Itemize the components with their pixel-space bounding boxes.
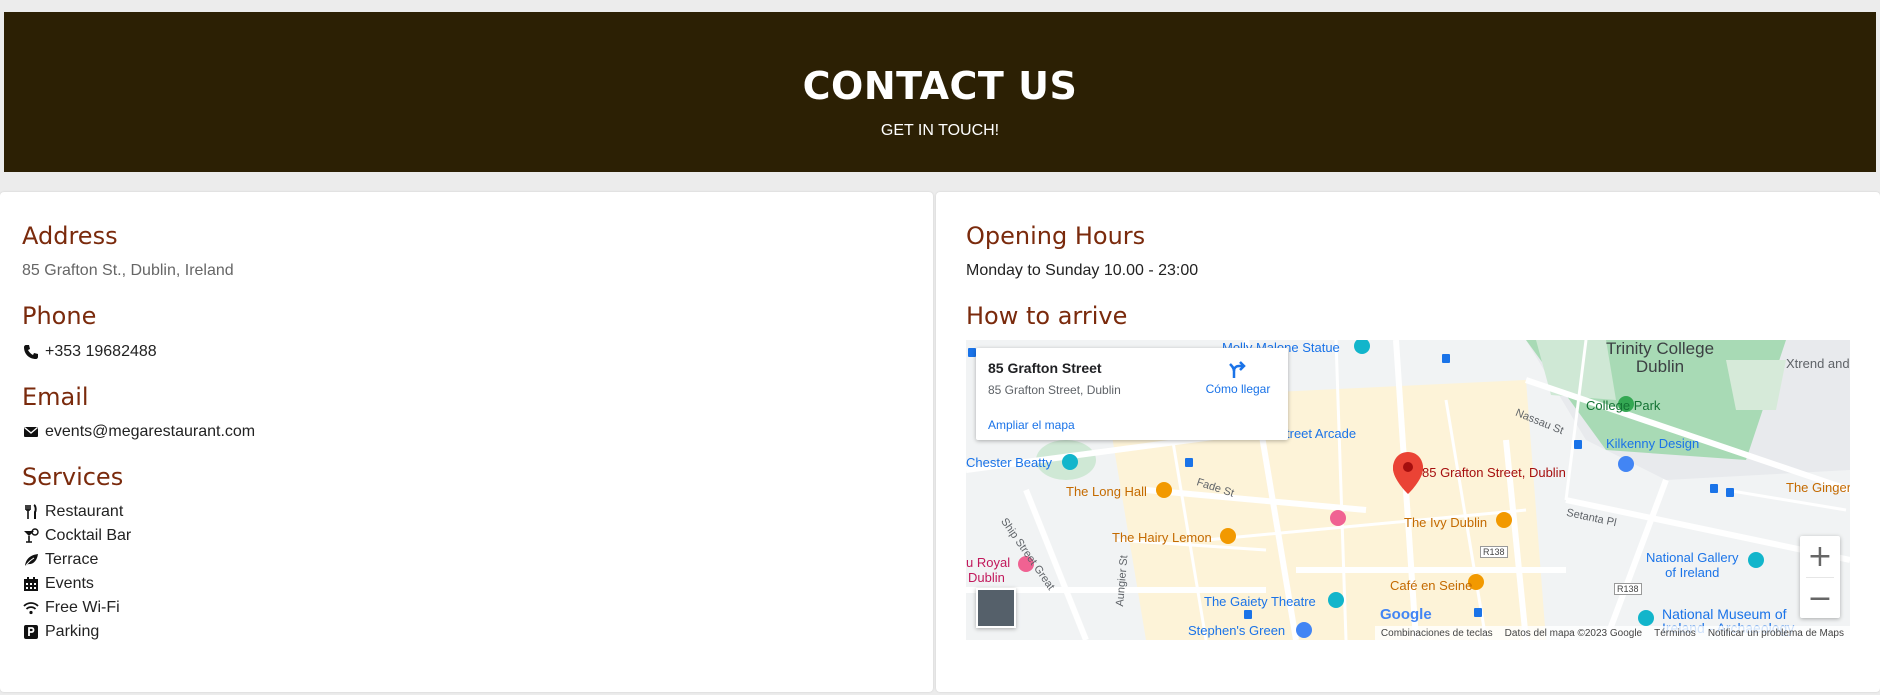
zoom-out-button[interactable]: − bbox=[1800, 578, 1840, 619]
service-label: Cocktail Bar bbox=[45, 527, 132, 544]
keyboard-shortcuts-link[interactable]: Combinaciones de teclas bbox=[1381, 628, 1493, 639]
hours-heading: Opening Hours bbox=[966, 222, 1146, 250]
map-label: Chester Beatty bbox=[966, 455, 1052, 470]
map-attribution: Combinaciones de teclas Datos del mapa ©… bbox=[1374, 626, 1850, 640]
hours-value: Monday to Sunday 10.00 - 23:00 bbox=[966, 262, 1199, 279]
map-label: The Hairy Lemon bbox=[1112, 530, 1212, 545]
map-pin-label: 85 Grafton Street, Dublin bbox=[1422, 465, 1566, 480]
service-label: Free Wi-Fi bbox=[45, 599, 120, 616]
utensils-icon bbox=[22, 503, 40, 521]
report-problem-link[interactable]: Notificar un problema de Maps bbox=[1708, 628, 1844, 639]
page-hero: CONTACT US GET IN TOUCH! bbox=[4, 12, 1876, 172]
map-place-card: 85 Grafton Street 85 Grafton Street, Dub… bbox=[976, 348, 1288, 440]
page-title: CONTACT US bbox=[802, 64, 1078, 108]
map-label: College Park bbox=[1586, 398, 1661, 413]
map-label: National Gallery of Ireland bbox=[1646, 550, 1739, 580]
directions-button[interactable]: Cómo llegar bbox=[1198, 360, 1278, 396]
page-subtitle: GET IN TOUCH! bbox=[880, 122, 1000, 139]
phone-row: +353 19682488 bbox=[22, 343, 157, 361]
parking-icon bbox=[22, 623, 40, 641]
map-label: The Long Hall bbox=[1066, 484, 1147, 499]
map-label: treet Arcade bbox=[1286, 426, 1357, 441]
map-label: u Royal bbox=[966, 555, 1011, 570]
place-address: 85 Grafton Street, Dublin bbox=[988, 383, 1121, 397]
embedded-map[interactable]: Molly Malone Statue Trinity College Dubl… bbox=[966, 340, 1850, 640]
email-row: events@megarestaurant.com bbox=[22, 423, 255, 441]
service-label: Terrace bbox=[45, 551, 99, 568]
map-label: Kilkenny Design bbox=[1606, 436, 1700, 451]
email-value: events@megarestaurant.com bbox=[45, 423, 256, 440]
map-label: The Ginger bbox=[1786, 480, 1850, 495]
place-title: 85 Grafton Street bbox=[988, 360, 1102, 376]
expand-map-link[interactable]: Ampliar el mapa bbox=[988, 418, 1075, 432]
map-label: The Gaiety Theatre bbox=[1204, 594, 1316, 609]
phone-heading: Phone bbox=[22, 302, 97, 330]
map-label: The Ivy Dublin bbox=[1404, 515, 1488, 530]
map-label: Trinity College Dublin bbox=[1606, 340, 1715, 376]
map-label: Café en Seine bbox=[1390, 578, 1473, 593]
contact-info-card: Address 85 Grafton St., Dublin, Ireland … bbox=[0, 192, 933, 692]
map-data-text: Datos del mapa ©2023 Google bbox=[1504, 627, 1643, 639]
map-label: R138 bbox=[1614, 583, 1642, 595]
service-item: Cocktail Bar bbox=[22, 527, 131, 545]
map-label: Xtrend and xtrend bbox=[1786, 356, 1850, 371]
terms-link[interactable]: Términos bbox=[1654, 628, 1696, 639]
hours-map-card: Opening Hours Monday to Sunday 10.00 - 2… bbox=[936, 192, 1880, 692]
calendar-icon bbox=[22, 575, 40, 593]
email-heading: Email bbox=[22, 383, 89, 411]
arrive-heading: How to arrive bbox=[966, 302, 1128, 330]
map-label: R138 bbox=[1480, 546, 1508, 558]
zoom-in-button[interactable]: + bbox=[1800, 536, 1840, 577]
service-item: Restaurant bbox=[22, 503, 123, 521]
cocktail-icon bbox=[22, 527, 40, 545]
services-heading: Services bbox=[22, 463, 124, 491]
google-logo: Google bbox=[1380, 606, 1432, 623]
satellite-toggle[interactable] bbox=[976, 588, 1016, 628]
phone-icon bbox=[22, 343, 40, 361]
service-item: Events bbox=[22, 575, 94, 593]
service-item: Terrace bbox=[22, 551, 98, 569]
directions-label: Cómo llegar bbox=[1205, 382, 1271, 396]
service-label: Restaurant bbox=[45, 503, 124, 520]
address-value: 85 Grafton St., Dublin, Ireland bbox=[22, 262, 234, 279]
phone-value: +353 19682488 bbox=[45, 343, 157, 360]
envelope-icon bbox=[22, 423, 40, 441]
service-label: Parking bbox=[45, 623, 100, 640]
address-heading: Address bbox=[22, 222, 118, 250]
service-item: Parking bbox=[22, 623, 99, 641]
zoom-control: + − bbox=[1800, 536, 1840, 618]
map-label: Dublin bbox=[968, 570, 1005, 585]
leaf-icon bbox=[22, 551, 40, 569]
service-label: Events bbox=[45, 575, 94, 592]
wifi-icon bbox=[22, 599, 40, 617]
directions-icon bbox=[1198, 360, 1278, 382]
service-item: Free Wi-Fi bbox=[22, 599, 120, 617]
map-label: Stephen's Green bbox=[1188, 623, 1286, 638]
